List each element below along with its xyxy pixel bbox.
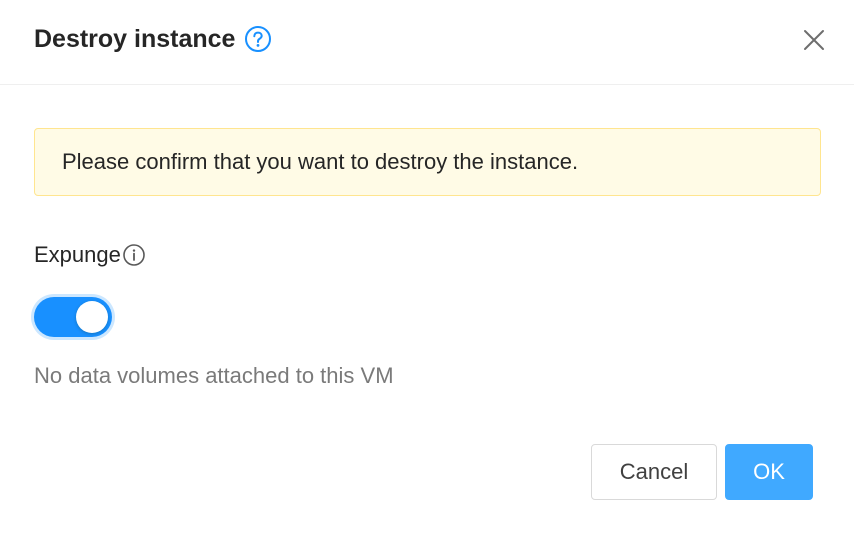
- alert-message: Please confirm that you want to destroy …: [62, 149, 579, 174]
- expunge-label: Expunge: [34, 240, 146, 270]
- destroy-instance-dialog: Destroy instance Please confirm that you…: [0, 0, 854, 533]
- ok-button[interactable]: OK: [725, 444, 813, 500]
- dialog-title: Destroy instance: [34, 22, 272, 56]
- expunge-label-text: Expunge: [34, 242, 121, 267]
- close-button[interactable]: [796, 22, 832, 58]
- info-circle-icon[interactable]: [122, 243, 146, 267]
- cancel-button[interactable]: Cancel: [591, 444, 717, 500]
- expunge-toggle[interactable]: [34, 297, 112, 337]
- confirm-alert: Please confirm that you want to destroy …: [34, 128, 821, 196]
- dialog-header: Destroy instance: [0, 0, 854, 85]
- toggle-knob: [76, 301, 108, 333]
- data-volumes-note: No data volumes attached to this VM: [34, 363, 394, 388]
- close-icon: [804, 30, 824, 50]
- question-circle-icon[interactable]: [244, 25, 272, 53]
- dialog-title-text: Destroy instance: [34, 25, 236, 53]
